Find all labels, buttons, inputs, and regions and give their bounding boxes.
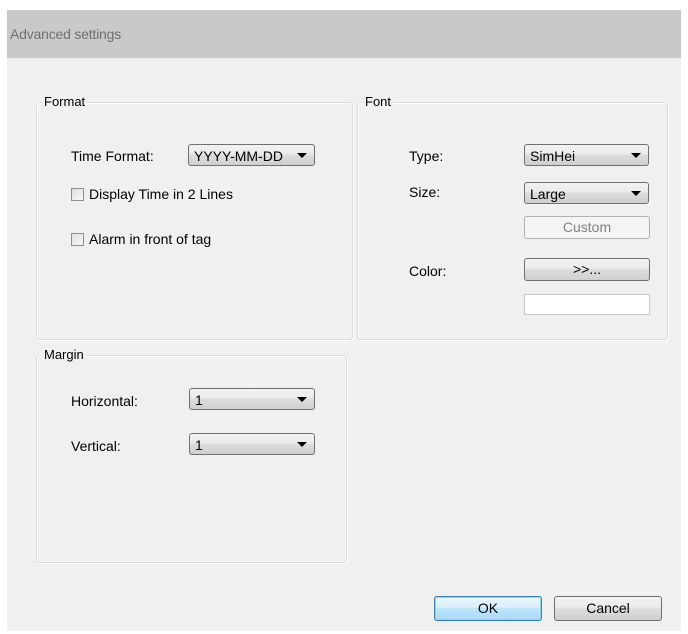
format-group: Format Time Format: YYYY-MM-DD Display T…: [36, 94, 353, 340]
font-group: Font Type: SimHei Size: Large Custom Col…: [357, 94, 668, 340]
format-group-label: Format: [42, 94, 88, 109]
font-type-select[interactable]: SimHei: [524, 144, 649, 166]
horizontal-margin-label: Horizontal:: [71, 393, 138, 409]
advanced-settings-dialog: Advanced settings Format Time Format: YY…: [7, 10, 681, 631]
font-size-select[interactable]: Large: [524, 182, 649, 204]
alarm-front-of-tag-label[interactable]: Alarm in front of tag: [89, 231, 211, 247]
alarm-front-of-tag-checkbox[interactable]: [71, 233, 84, 246]
margin-group-label: Margin: [42, 347, 86, 362]
title-bar[interactable]: Advanced settings: [7, 10, 681, 58]
vertical-margin-select[interactable]: 1: [189, 433, 315, 455]
custom-size-button[interactable]: Custom: [524, 216, 650, 239]
time-format-value: YYYY-MM-DD: [194, 148, 283, 164]
font-size-value: Large: [530, 186, 566, 202]
margin-group: Margin Horizontal: 1 Vertical: 1: [36, 347, 347, 563]
vertical-margin-value: 1: [195, 437, 203, 453]
time-format-label: Time Format:: [71, 148, 154, 164]
font-color-label: Color:: [409, 263, 447, 279]
font-group-label: Font: [363, 94, 394, 109]
window-title: Advanced settings: [10, 26, 122, 42]
color-picker-button[interactable]: >>...: [524, 258, 650, 281]
display-time-two-lines-checkbox[interactable]: [71, 188, 84, 201]
chevron-down-icon: [297, 442, 307, 447]
vertical-margin-label: Vertical:: [71, 438, 121, 454]
chevron-down-icon: [631, 191, 641, 196]
font-size-label: Size:: [409, 184, 441, 200]
display-time-two-lines-label[interactable]: Display Time in 2 Lines: [89, 186, 233, 202]
font-type-value: SimHei: [530, 148, 576, 164]
chevron-down-icon: [297, 153, 307, 158]
chevron-down-icon: [631, 153, 641, 158]
horizontal-margin-value: 1: [195, 392, 203, 408]
cancel-button[interactable]: Cancel: [554, 596, 662, 621]
time-format-select[interactable]: YYYY-MM-DD: [188, 144, 315, 166]
color-preview: [524, 294, 650, 315]
chevron-down-icon: [297, 397, 307, 402]
font-type-label: Type:: [409, 148, 444, 164]
ok-button[interactable]: OK: [434, 596, 542, 621]
horizontal-margin-select[interactable]: 1: [189, 388, 315, 410]
